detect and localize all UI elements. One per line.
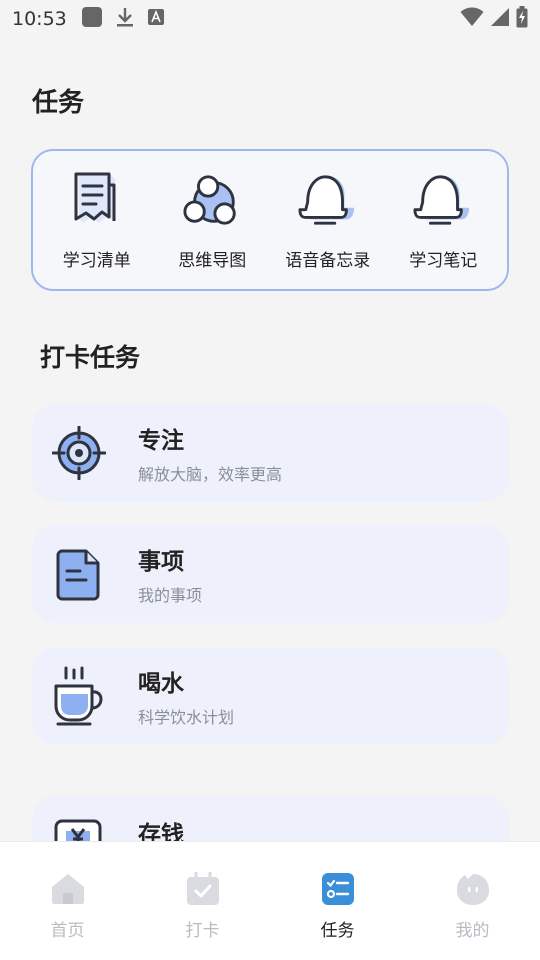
battery-charging-icon [516, 6, 528, 32]
tool-mind-map[interactable]: 思维导图 [156, 170, 268, 271]
nav-label: 我的 [455, 921, 490, 941]
nav-home[interactable]: 首页 [18, 872, 118, 941]
task-card-water[interactable]: 喝水 科学饮水计划 [32, 647, 509, 745]
task-subtitle: 解放大脑，效率更高 [138, 465, 283, 484]
task-title: 事项 [138, 549, 184, 575]
document-icon [52, 547, 106, 601]
tool-label: 语音备忘录 [285, 250, 371, 271]
study-list-icon [67, 170, 127, 230]
task-text: 喝水 科学饮水计划 [138, 664, 234, 728]
study-notes-icon [413, 170, 473, 230]
cup-icon [52, 666, 106, 726]
nav-label: 打卡 [185, 921, 220, 941]
cellular-signal-icon [490, 7, 510, 31]
home-icon [51, 872, 85, 906]
tool-label: 学习清单 [62, 250, 131, 271]
checkin-icon [186, 872, 220, 906]
tool-label: 学习笔记 [409, 250, 478, 271]
download-icon [115, 6, 135, 32]
section-title: 打卡任务 [40, 343, 141, 372]
voice-memo-icon [298, 170, 358, 230]
task-card-items[interactable]: 事项 我的事项 [32, 525, 509, 623]
task-text: 事项 我的事项 [138, 542, 202, 606]
tool-study-notes[interactable]: 学习笔记 [387, 170, 499, 271]
task-card-focus[interactable]: 专注 解放大脑，效率更高 [32, 404, 509, 502]
nav-label: 首页 [50, 921, 85, 941]
profile-icon [456, 872, 490, 906]
keyboard-a-icon [147, 8, 165, 30]
nav-checkin[interactable]: 打卡 [153, 872, 253, 941]
mind-map-icon [182, 170, 242, 230]
task-title: 喝水 [138, 671, 184, 697]
nav-label: 任务 [320, 921, 355, 941]
task-subtitle: 科学饮水计划 [138, 708, 235, 727]
tool-study-list[interactable]: 学习清单 [41, 170, 153, 271]
bottom-nav: 首页 打卡 任务 我的 [0, 841, 540, 960]
status-left-icons [81, 6, 165, 32]
status-bar: 10:53 [0, 0, 540, 38]
page-title: 任务 [32, 88, 85, 118]
task-subtitle: 我的事项 [138, 586, 203, 605]
task-title: 专注 [138, 428, 184, 454]
tools-card: 学习清单 思维导图 语音备忘录 学习笔记 [31, 149, 509, 291]
nav-profile[interactable]: 我的 [423, 872, 523, 941]
nav-tasks[interactable]: 任务 [288, 872, 388, 941]
wifi-icon [460, 7, 484, 31]
task-text: 专注 解放大脑，效率更高 [138, 421, 282, 485]
square-notification-icon [81, 6, 103, 32]
tool-voice-memo[interactable]: 语音备忘录 [272, 170, 384, 271]
tool-label: 思维导图 [178, 250, 247, 271]
status-time: 10:53 [12, 8, 67, 30]
target-icon [52, 426, 106, 480]
status-right-icons [460, 6, 528, 32]
task-list-icon [321, 872, 355, 906]
